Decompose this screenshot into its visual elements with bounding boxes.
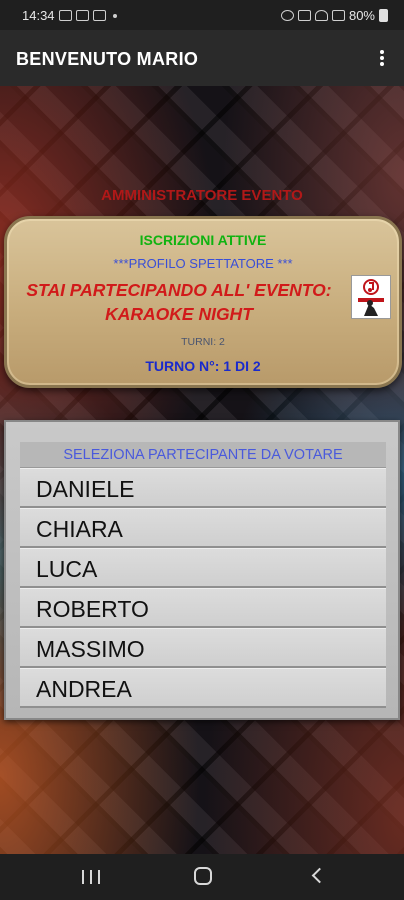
event-participation-text: STAI PARTECIPANDO ALL' EVENTO: KARAOKE N… [9, 278, 349, 326]
music-note-logo-icon [351, 275, 391, 319]
participant-item[interactable]: CHIARA [20, 508, 386, 548]
vote-panel: SELEZIONA PARTECIPANTE DA VOTARE DANIELE… [4, 420, 400, 720]
participant-item[interactable]: ROBERTO [20, 588, 386, 628]
participant-item[interactable]: MASSIMO [20, 628, 386, 668]
event-card: ISCRIZIONI ATTIVE ***PROFILO SPETTATORE … [4, 216, 402, 388]
app-title: BENVENUTO MARIO [16, 49, 199, 69]
gmail-notification-icon-2 [92, 10, 106, 21]
vote-header: SELEZIONA PARTECIPANTE DA VOTARE [20, 442, 386, 468]
participant-item[interactable]: DANIELE [20, 468, 386, 508]
mute-icon [297, 10, 311, 21]
photo-notification-icon [58, 10, 72, 21]
signal-icon [331, 10, 345, 21]
admin-event-label[interactable]: AMMINISTRATORE EVENTO [0, 187, 404, 204]
current-turn: TURNO N°: 1 DI 2 [145, 358, 261, 374]
alarm-icon [280, 10, 294, 21]
participant-list[interactable]: DANIELE CHIARA LUCA ROBERTO MASSIMO ANDR… [20, 468, 386, 708]
battery-icon [379, 9, 388, 22]
status-right: 80% [280, 8, 388, 23]
status-time: 14:34 [22, 8, 55, 23]
participant-item[interactable]: ANDREA [20, 668, 386, 708]
gmail-notification-icon [75, 10, 89, 21]
participant-item[interactable]: LUCA [20, 548, 386, 588]
system-nav-bar [0, 854, 404, 900]
turns-count: TURNI: 2 [181, 336, 225, 348]
home-icon[interactable] [194, 867, 212, 885]
overflow-menu-icon[interactable] [372, 48, 392, 70]
more-notifications-icon [112, 13, 117, 18]
event-line-1: STAI PARTECIPANDO ALL' EVENTO: [26, 280, 332, 300]
back-icon[interactable] [311, 867, 328, 884]
status-bar: 14:34 80% [0, 0, 404, 30]
app-bar: BENVENUTO MARIO [0, 30, 404, 86]
battery-percent: 80% [348, 8, 375, 23]
wifi-icon [314, 10, 328, 21]
recents-icon[interactable] [82, 870, 100, 884]
status-left: 14:34 [22, 8, 117, 23]
profile-type: ***PROFILO SPETTATORE *** [113, 256, 293, 271]
registration-status: ISCRIZIONI ATTIVE [139, 232, 267, 248]
event-name: KARAOKE NIGHT [105, 304, 253, 324]
